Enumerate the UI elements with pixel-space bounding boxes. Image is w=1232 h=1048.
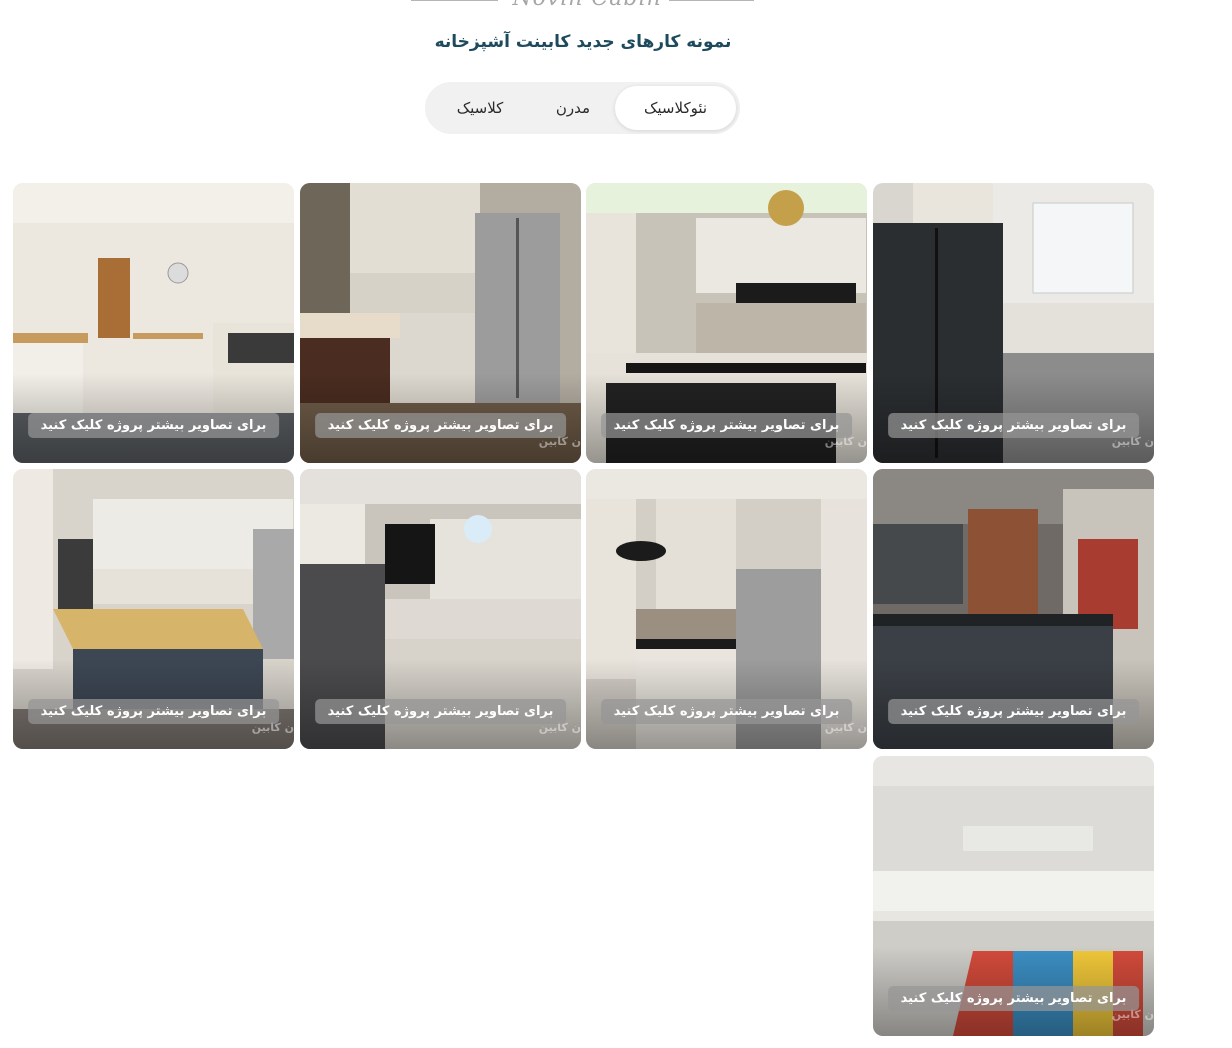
project-link-label[interactable]: برای تصاویر بیشتر پروژه کلیک کنید bbox=[314, 413, 567, 438]
tab-neoclassic[interactable]: نئوکلاسیک bbox=[615, 86, 736, 130]
project-card[interactable]: برای تصاویر بیشتر پروژه کلیک کنید bbox=[873, 469, 1154, 749]
project-card[interactable]: برای تصاویر بیشتر پروژه کلیک کنید bbox=[13, 183, 294, 463]
brand-divider-left bbox=[411, 0, 498, 1]
project-card[interactable]: ن کابین برای تصاویر بیشتر پروژه کلیک کنی… bbox=[586, 469, 867, 749]
brand-logo: Novin Cabin bbox=[512, 0, 662, 11]
project-link-label[interactable]: برای تصاویر بیشتر پروژه کلیک کنید bbox=[600, 699, 853, 724]
project-link-label[interactable]: برای تصاویر بیشتر پروژه کلیک کنید bbox=[600, 413, 853, 438]
tab-classic[interactable]: کلاسیک bbox=[439, 86, 521, 130]
project-card[interactable]: ن کابین برای تصاویر بیشتر پروژه کلیک کنی… bbox=[586, 183, 867, 463]
project-link-label[interactable]: برای تصاویر بیشتر پروژه کلیک کنید bbox=[27, 413, 280, 438]
project-card[interactable]: ن کابین برای تصاویر بیشتر پروژه کلیک کنی… bbox=[300, 183, 581, 463]
style-tabs: نئوکلاسیک مدرن کلاسیک bbox=[425, 82, 740, 134]
project-link-label[interactable]: برای تصاویر بیشتر پروژه کلیک کنید bbox=[27, 699, 280, 724]
project-link-label[interactable]: برای تصاویر بیشتر پروژه کلیک کنید bbox=[887, 986, 1140, 1011]
tab-modern[interactable]: مدرن bbox=[537, 86, 609, 130]
project-card[interactable]: ن کابین برای تصاویر بیشتر پروژه کلیک کنی… bbox=[13, 469, 294, 749]
brand-divider-right bbox=[669, 0, 754, 1]
project-card[interactable]: ن کابین برای تصاویر بیشتر پروژه کلیک کنی… bbox=[873, 183, 1154, 463]
project-card[interactable]: ن کابین برای تصاویر بیشتر پروژه کلیک کنی… bbox=[873, 756, 1154, 1036]
project-card[interactable]: ن کابین برای تصاویر بیشتر پروژه کلیک کنی… bbox=[300, 469, 581, 749]
project-link-label[interactable]: برای تصاویر بیشتر پروژه کلیک کنید bbox=[314, 699, 567, 724]
project-link-label[interactable]: برای تصاویر بیشتر پروژه کلیک کنید bbox=[887, 413, 1140, 438]
project-link-label[interactable]: برای تصاویر بیشتر پروژه کلیک کنید bbox=[887, 699, 1140, 724]
page-title: نمونه کارهای جدید کابینت آشپزخانه bbox=[434, 32, 732, 52]
